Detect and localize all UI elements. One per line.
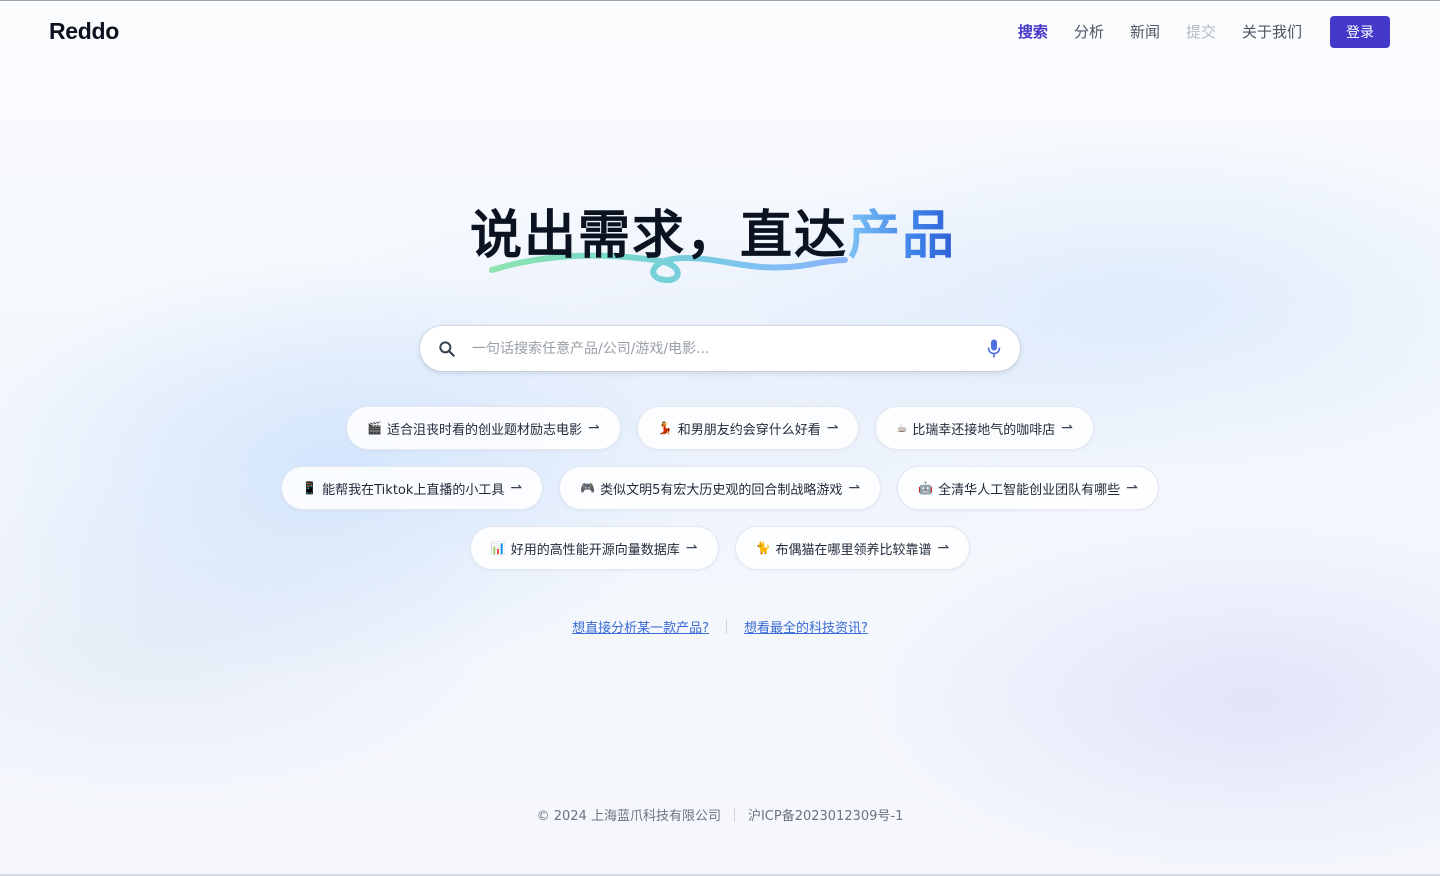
bar-chart-icon: 📊 xyxy=(490,541,506,555)
arrow-right-icon: ⇀ xyxy=(937,540,950,556)
cat-icon: 🐈 xyxy=(755,541,771,555)
suggestion-chip-label: 类似文明5有宏大历史观的回合制战略游戏 xyxy=(600,482,843,498)
footer-divider xyxy=(733,807,735,822)
film-icon: 🎬 xyxy=(367,421,382,435)
suggestion-chip-date-outfit[interactable]: 💃 和男朋友约会穿什么好看 ⇀ xyxy=(636,406,860,450)
robot-icon: 🤖 xyxy=(918,481,934,495)
suggestion-chip-ragdoll-cat[interactable]: 🐈 布偶猫在哪里领养比较靠谱 ⇀ xyxy=(734,526,971,570)
hero-title-highlight: 产品 xyxy=(848,206,957,266)
hero-headline: 说出需求，直达产品 xyxy=(470,200,970,290)
page-footer: © 2024 上海蓝爪科技有限公司 沪ICP备2023012309号-1 xyxy=(0,805,1440,824)
suggestion-chip-label: 适合沮丧时看的创业题材励志电影 xyxy=(386,422,582,438)
phone-icon: 📱 xyxy=(302,481,318,495)
tech-news-link[interactable]: 想看最全的科技资讯? xyxy=(744,617,868,636)
suggestion-chip-label: 好用的高性能开源向量数据库 xyxy=(510,542,680,558)
hero-title-main: 说出需求，直达 xyxy=(470,206,849,266)
suggestion-row-2: 📱 能帮我在Tiktok上直播的小工具 ⇀ 🎮 类似文明5有宏大历史观的回合制战… xyxy=(0,466,1440,510)
suggestion-row-1: 🎬 适合沮丧时看的创业题材励志电影 ⇀ 💃 和男朋友约会穿什么好看 ⇀ ☕ 比瑞… xyxy=(0,406,1440,450)
main-content: 说出需求，直达产品 🎬 适合沮丧时看的创业题材励志电影 ⇀ 💃 和男朋友约会穿什… xyxy=(0,0,1440,876)
top-header: Reddo 搜索 分析 新闻 提交 关于我们 登录 xyxy=(0,0,1440,64)
suggestion-chip-label: 布偶猫在哪里领养比较靠谱 xyxy=(775,542,932,558)
arrow-right-icon: ⇀ xyxy=(1061,420,1073,436)
suggestion-chip-movie[interactable]: 🎬 适合沮丧时看的创业题材励志电影 ⇀ xyxy=(346,406,621,450)
suggestion-chip-label: 和男朋友约会穿什么好看 xyxy=(677,422,821,438)
brand-logo[interactable]: Reddo xyxy=(49,18,119,45)
suggestion-chip-label: 能帮我在Tiktok上直播的小工具 xyxy=(322,482,505,498)
nav-item-search[interactable]: 搜索 xyxy=(1018,16,1048,48)
secondary-links: 想直接分析某一款产品? 想看最全的科技资讯? xyxy=(0,617,1440,636)
arrow-right-icon: ⇀ xyxy=(848,480,861,496)
nav-item-analysis[interactable]: 分析 xyxy=(1074,16,1104,48)
arrow-right-icon: ⇀ xyxy=(685,540,698,556)
analyze-product-link[interactable]: 想直接分析某一款产品? xyxy=(572,617,709,636)
nav-item-submit[interactable]: 提交 xyxy=(1186,16,1216,48)
arrow-right-icon: ⇀ xyxy=(510,480,523,496)
arrow-right-icon: ⇀ xyxy=(588,420,600,436)
game-controller-icon: 🎮 xyxy=(580,481,596,495)
arrow-right-icon: ⇀ xyxy=(1126,480,1138,496)
arrow-right-icon: ⇀ xyxy=(826,420,839,436)
suggestion-chip-ai-team[interactable]: 🤖 全清华人工智能创业团队有哪些 ⇀ xyxy=(897,466,1159,510)
suggestion-chip-label: 比瑞幸还接地气的咖啡店 xyxy=(912,422,1056,438)
hero-title: 说出需求，直达产品 xyxy=(470,204,956,268)
login-button[interactable]: 登录 xyxy=(1330,16,1390,48)
dancer-icon: 💃 xyxy=(657,421,673,435)
suggestion-chip-vector-db[interactable]: 📊 好用的高性能开源向量数据库 ⇀ xyxy=(469,526,719,570)
suggestion-chip-coffee[interactable]: ☕ 比瑞幸还接地气的咖啡店 ⇀ xyxy=(875,406,1094,450)
search-input[interactable] xyxy=(472,334,972,363)
search-bar[interactable] xyxy=(420,326,1020,371)
icp-license-text[interactable]: 沪ICP备2023012309号-1 xyxy=(748,805,903,824)
suggestion-chip-label: 全清华人工智能创业团队有哪些 xyxy=(938,482,1121,498)
suggestion-chip-strategy-game[interactable]: 🎮 类似文明5有宏大历史观的回合制战略游戏 ⇀ xyxy=(559,466,882,510)
coffee-icon: ☕ xyxy=(896,421,908,435)
nav-item-about[interactable]: 关于我们 xyxy=(1242,16,1302,48)
suggestion-chip-tiktok-tool[interactable]: 📱 能帮我在Tiktok上直播的小工具 ⇀ xyxy=(281,466,544,510)
main-nav: 搜索 分析 新闻 提交 关于我们 登录 xyxy=(1018,16,1390,48)
suggestion-row-3: 📊 好用的高性能开源向量数据库 ⇀ 🐈 布偶猫在哪里领养比较靠谱 ⇀ xyxy=(0,526,1440,570)
search-icon[interactable] xyxy=(437,339,457,359)
nav-item-news[interactable]: 新闻 xyxy=(1130,16,1160,48)
copyright-text: © 2024 上海蓝爪科技有限公司 xyxy=(536,809,721,824)
link-divider xyxy=(726,619,727,634)
microphone-icon[interactable] xyxy=(986,338,1002,360)
